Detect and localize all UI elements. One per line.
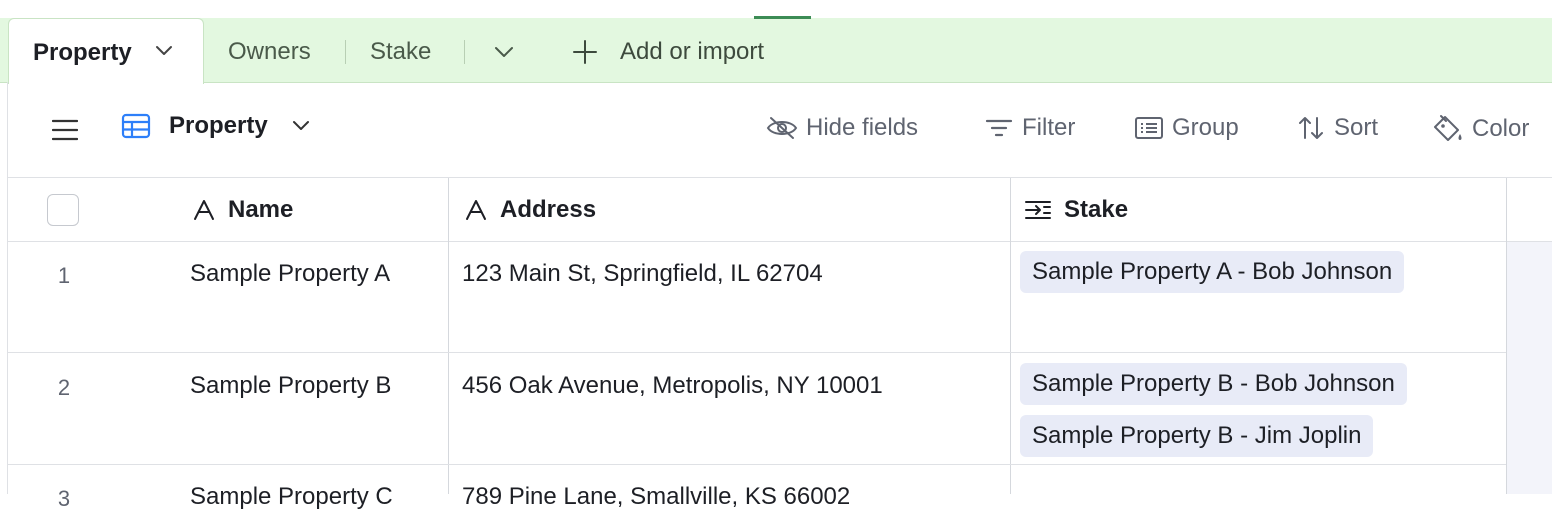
view-name: Property bbox=[169, 112, 268, 139]
group-button[interactable]: Group bbox=[1134, 114, 1239, 142]
text-field-icon bbox=[192, 199, 228, 221]
group-label: Group bbox=[1172, 114, 1239, 141]
linked-record-icon bbox=[1024, 199, 1064, 221]
chevron-down-icon bbox=[292, 120, 310, 132]
view-switcher[interactable]: Property bbox=[121, 112, 310, 140]
chevron-down-icon[interactable] bbox=[155, 45, 173, 57]
column-header-label: Name bbox=[228, 196, 294, 223]
color-label: Color bbox=[1472, 115, 1530, 142]
row-number: 3 bbox=[57, 486, 71, 511]
hide-fields-label: Hide fields bbox=[806, 114, 919, 141]
row-number: 1 bbox=[57, 263, 71, 288]
tab-property-label: Property bbox=[33, 39, 132, 66]
tab-bar-accent bbox=[754, 16, 811, 19]
add-or-import-button[interactable]: Add or import bbox=[572, 38, 764, 66]
tab-owners[interactable]: Owners bbox=[228, 38, 311, 66]
hamburger-icon[interactable] bbox=[52, 119, 78, 141]
cell-address[interactable]: 456 Oak Avenue, Metropolis, NY 10001 bbox=[462, 372, 883, 400]
column-header-stake[interactable]: Stake bbox=[1024, 196, 1128, 224]
stake-chip[interactable]: Sample Property B - Bob Johnson bbox=[1020, 363, 1407, 405]
column-header-address[interactable]: Address bbox=[464, 196, 596, 224]
sort-button[interactable]: Sort bbox=[1296, 114, 1378, 142]
cell-name[interactable]: Sample Property B bbox=[190, 372, 391, 400]
column-header-label: Stake bbox=[1064, 196, 1129, 223]
tab-divider bbox=[345, 40, 346, 64]
color-button[interactable]: Color bbox=[1432, 114, 1529, 144]
hide-fields-button[interactable]: Hide fields bbox=[766, 114, 918, 142]
stake-chip[interactable]: Sample Property A - Bob Johnson bbox=[1020, 251, 1405, 293]
cell-name[interactable]: Sample Property C bbox=[190, 483, 393, 511]
group-icon bbox=[1134, 116, 1172, 140]
column-header-name[interactable]: Name bbox=[192, 196, 293, 224]
plus-icon bbox=[572, 39, 598, 65]
column-divider bbox=[1506, 178, 1507, 494]
text-field-icon bbox=[464, 199, 500, 221]
row-number: 2 bbox=[57, 375, 71, 400]
right-pane-header bbox=[1507, 178, 1552, 242]
grid-view-icon bbox=[121, 113, 151, 139]
sort-label: Sort bbox=[1334, 114, 1379, 141]
cell-address[interactable]: 789 Pine Lane, Smallville, KS 66002 bbox=[462, 483, 850, 511]
filter-label: Filter bbox=[1022, 114, 1076, 141]
eye-slash-icon bbox=[766, 116, 806, 140]
filter-icon bbox=[984, 117, 1022, 139]
filter-button[interactable]: Filter bbox=[984, 114, 1075, 142]
paint-bucket-icon bbox=[1432, 114, 1472, 144]
right-pane bbox=[1507, 242, 1552, 494]
column-header-label: Address bbox=[500, 196, 597, 223]
stake-chip[interactable]: Sample Property B - Jim Joplin bbox=[1020, 415, 1374, 457]
tab-stake[interactable]: Stake bbox=[370, 38, 431, 66]
cell-name[interactable]: Sample Property A bbox=[190, 260, 390, 288]
sort-icon bbox=[1296, 115, 1334, 141]
tab-divider bbox=[464, 40, 465, 64]
add-or-import-label: Add or import bbox=[620, 38, 765, 65]
more-tables-chevron-icon[interactable] bbox=[494, 46, 514, 58]
tab-property[interactable]: Property bbox=[8, 18, 204, 84]
cell-address[interactable]: 123 Main St, Springfield, IL 62704 bbox=[462, 260, 823, 288]
select-all-checkbox[interactable] bbox=[47, 194, 79, 226]
